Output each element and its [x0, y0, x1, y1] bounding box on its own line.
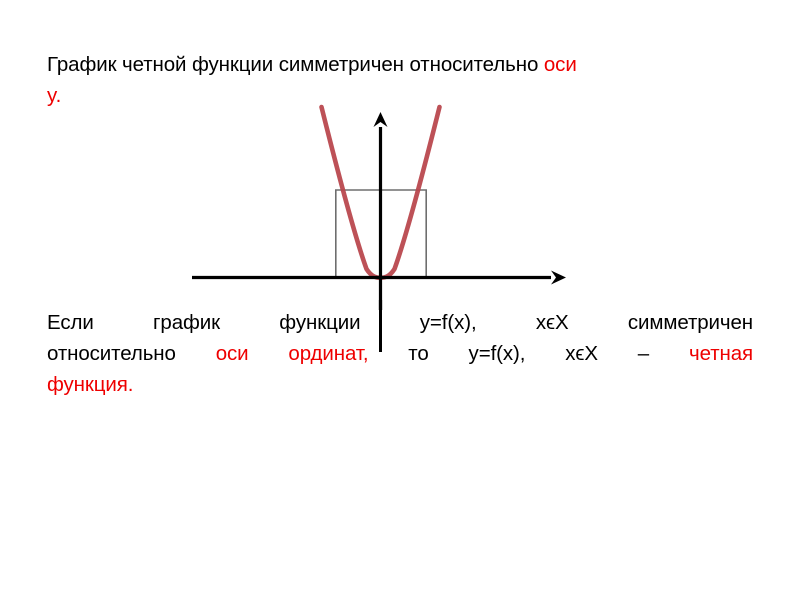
definition-text: Если график функции y=f(x), хϵХ симметри…: [47, 307, 753, 400]
definition-line-3-red: функция.: [47, 373, 134, 396]
definition-line-2-black-1: относительно: [47, 342, 216, 365]
definition-line-2: относительно оси ординат, то y=f(x), хϵХ…: [47, 338, 753, 369]
definition-line-2-red-1: оси ординат,: [215, 342, 369, 365]
slide-canvas: График четной функции симметричен относи…: [0, 0, 800, 600]
definition-line-2-black-2: то y=f(x), хϵХ –: [368, 342, 689, 365]
top-statement-black-part: График четной функции симметричен относи…: [47, 53, 544, 76]
definition-line-1-text: Если график функции y=f(x), хϵХ симметри…: [47, 311, 753, 334]
y-axis: [373, 112, 388, 310]
top-statement-red-part-1: оси: [543, 53, 577, 76]
definition-line-2-red-2: четная: [689, 342, 754, 365]
parabola-graph: [0, 95, 800, 310]
definition-line-1: Если график функции y=f(x), хϵХ симметри…: [47, 307, 753, 338]
definition-line-3: функция.: [47, 369, 753, 400]
